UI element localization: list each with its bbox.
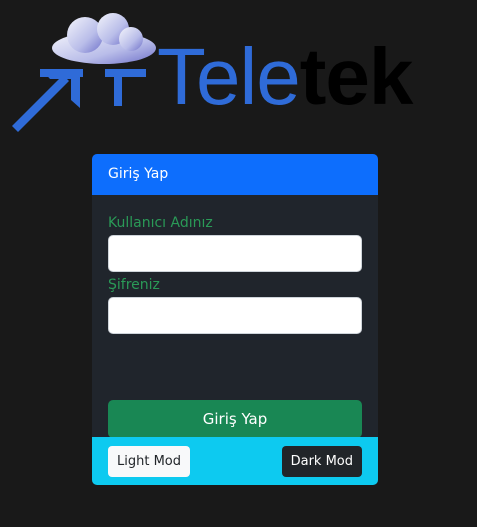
theme-footer: Light Mod Dark Mod (92, 437, 378, 485)
teletek-logo: Teletek (10, 8, 462, 132)
brand-second-text: tek (300, 32, 414, 121)
login-card-body: Kullanıcı Adınız Şifreniz Giriş Yap (92, 195, 378, 438)
cloud-icon (52, 13, 156, 64)
username-input[interactable] (108, 235, 362, 272)
password-label: Şifreniz (108, 277, 160, 293)
username-label: Kullanıcı Adınız (108, 215, 213, 231)
login-card: Giriş Yap Kullanıcı Adınız Şifreniz Giri… (92, 154, 378, 485)
brand-first-text: Tele (157, 32, 300, 121)
light-mode-button[interactable]: Light Mod (108, 446, 190, 477)
teletek-logo-graphic: Teletek (12, 13, 415, 132)
login-header-title: Giriş Yap (108, 166, 169, 182)
arrow-mark-icon (12, 69, 146, 132)
dark-mode-button[interactable]: Dark Mod (281, 446, 362, 477)
svg-text:Teletek: Teletek (157, 32, 414, 121)
login-button[interactable]: Giriş Yap (108, 400, 362, 438)
password-input[interactable] (108, 297, 362, 334)
login-card-header: Giriş Yap (92, 154, 378, 195)
